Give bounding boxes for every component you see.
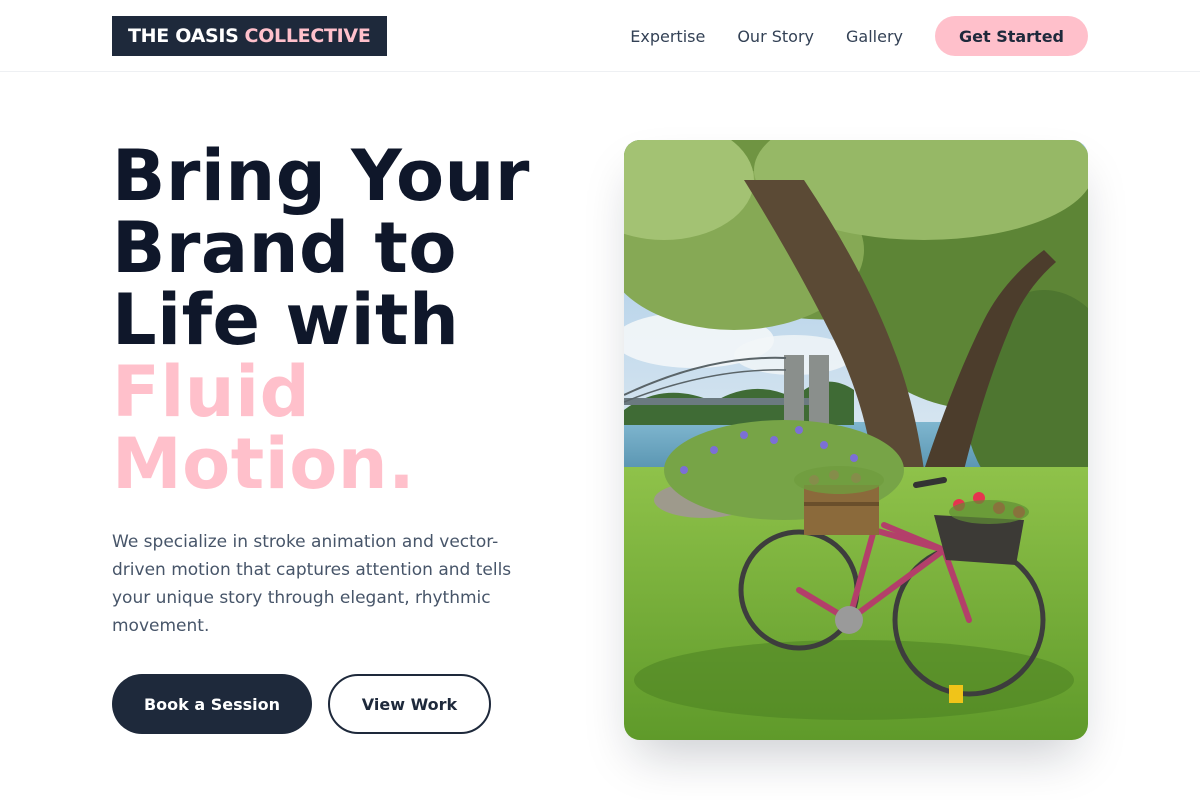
headline-line: Life with: [112, 279, 460, 361]
nav-link-expertise[interactable]: Expertise: [630, 27, 705, 46]
main-nav: Expertise Our Story Gallery Get Started: [630, 16, 1088, 56]
logo-primary-text: THE OASIS: [128, 25, 239, 47]
top-navbar: THE OASIS COLLECTIVE Expertise Our Story…: [0, 0, 1200, 72]
bicycle-garden-illustration: [624, 140, 1088, 740]
headline-line: Bring Your: [112, 135, 530, 217]
brand-logo[interactable]: THE OASIS COLLECTIVE: [112, 16, 387, 56]
headline-accent-line: Fluid: [112, 351, 311, 433]
nav-link-our-story[interactable]: Our Story: [737, 27, 814, 46]
book-session-button[interactable]: Book a Session: [112, 674, 312, 734]
hero-image: [624, 140, 1088, 740]
headline-line: Brand to: [112, 207, 457, 289]
hero-description: We specialize in stroke animation and ve…: [112, 532, 512, 636]
nav-link-gallery[interactable]: Gallery: [846, 27, 903, 46]
view-work-button[interactable]: View Work: [328, 674, 491, 734]
hero-copy: Bring Your Brand to Life with Fluid Moti…: [112, 140, 572, 640]
get-started-button[interactable]: Get Started: [934, 16, 1088, 56]
logo-accent-text: COLLECTIVE: [244, 25, 371, 47]
hero-headline: Bring Your Brand to Life with Fluid Moti…: [112, 140, 572, 500]
hero-actions: Book a Session View Work: [112, 674, 491, 734]
headline-accent-line: Motion.: [112, 423, 416, 505]
